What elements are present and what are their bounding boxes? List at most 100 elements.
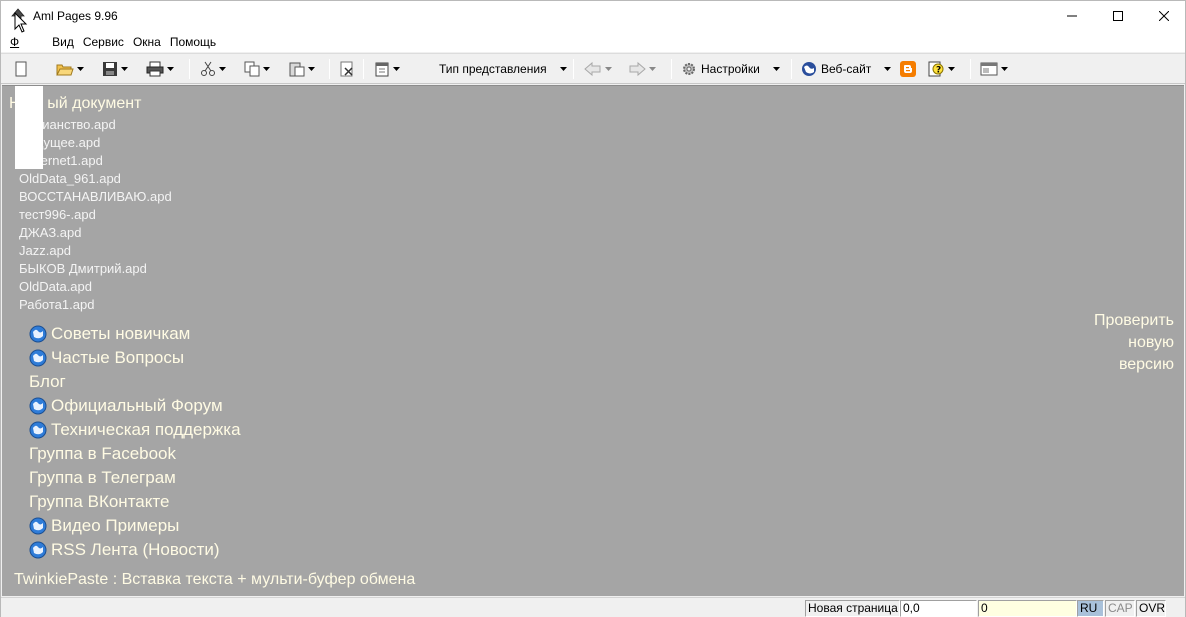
toolbar-separator	[573, 59, 574, 79]
status-overwrite: OVR	[1136, 600, 1166, 617]
recent-file[interactable]: OldData.apd	[19, 278, 172, 296]
website-globe-icon	[801, 61, 817, 77]
toolbar-separator	[970, 59, 971, 79]
link-video-examples[interactable]: Видео Примеры	[29, 514, 241, 538]
menu-bar: Ф Вид Сервис Окна Помощь	[1, 32, 1185, 52]
settings-button[interactable]: Настройки	[681, 58, 781, 80]
menu-service[interactable]: Сервис	[80, 32, 130, 52]
status-position: 0,0	[900, 600, 977, 617]
check-update-link[interactable]: Проверить новую версию	[1064, 310, 1174, 376]
blogger-button[interactable]	[900, 58, 916, 80]
cut-button[interactable]	[200, 58, 227, 80]
back-button[interactable]	[584, 58, 613, 80]
copy-button[interactable]	[244, 58, 271, 80]
globe-icon	[29, 397, 47, 415]
arrow-right-icon	[628, 61, 646, 77]
link-faq[interactable]: Частые Вопросы	[29, 346, 241, 370]
chevron-down-icon[interactable]	[772, 58, 781, 80]
chevron-down-icon[interactable]	[1000, 58, 1009, 80]
recent-file[interactable]: тест996-.apd	[19, 206, 172, 224]
maximize-button[interactable]	[1095, 1, 1141, 32]
paste-icon	[289, 61, 305, 77]
mouse-cursor-icon	[14, 11, 28, 34]
check-update-line: новую	[1128, 334, 1174, 351]
minimize-button[interactable]	[1049, 1, 1095, 32]
help-document-icon: ?	[927, 60, 945, 78]
toolbar-separator	[189, 59, 190, 79]
status-language[interactable]: RU	[1077, 600, 1104, 617]
chevron-down-icon[interactable]	[559, 58, 568, 80]
link-rss[interactable]: RSS Лента (Новости)	[29, 538, 241, 562]
gear-icon	[681, 61, 697, 77]
status-bar: Новая страница 0,0 0 RU CAP OVR	[1, 597, 1185, 617]
recent-file[interactable]: БЫКОВ Дмитрий.apd	[19, 260, 172, 278]
title-bar[interactable]: Aml Pages 9.96	[1, 1, 1185, 32]
new-document-button[interactable]	[13, 58, 29, 80]
globe-icon	[29, 541, 47, 559]
recent-file[interactable]: Работа1.apd	[19, 296, 172, 314]
paste-button[interactable]	[289, 58, 316, 80]
chevron-down-icon[interactable]	[883, 58, 892, 80]
link-blog[interactable]: Блог	[29, 370, 241, 394]
blogger-icon	[900, 61, 916, 77]
chevron-down-icon[interactable]	[604, 58, 613, 80]
link-forum[interactable]: Официальный Форум	[29, 394, 241, 418]
layout-button[interactable]	[980, 58, 1009, 80]
link-vkontakte[interactable]: Группа ВКонтакте	[29, 490, 241, 514]
chevron-down-icon[interactable]	[947, 58, 956, 80]
save-button[interactable]	[102, 58, 129, 80]
delete-document-icon	[339, 61, 355, 77]
window-layout-icon	[980, 61, 998, 77]
chevron-down-icon[interactable]	[392, 58, 401, 80]
chevron-down-icon[interactable]	[120, 58, 129, 80]
menu-view[interactable]: Вид	[49, 32, 80, 52]
chevron-down-icon[interactable]	[218, 58, 227, 80]
chevron-down-icon[interactable]	[166, 58, 175, 80]
recent-file[interactable]: Jazz.apd	[19, 242, 172, 260]
chevron-down-icon[interactable]	[648, 58, 657, 80]
open-folder-icon	[56, 61, 74, 77]
toolbar-separator	[329, 59, 330, 79]
check-update-line: версию	[1118, 356, 1174, 373]
forward-button[interactable]	[628, 58, 657, 80]
recent-file[interactable]: ДЖАЗ.apd	[19, 224, 172, 242]
status-page-name: Новая страница	[805, 600, 900, 617]
help-button[interactable]: ?	[927, 58, 956, 80]
print-button[interactable]	[146, 58, 175, 80]
arrow-left-icon	[584, 61, 602, 77]
recent-file[interactable]: OldData_961.apd	[19, 170, 172, 188]
printer-icon	[146, 61, 164, 77]
globe-icon	[29, 349, 47, 367]
start-page: Н ый документ стианство.apd удущее.apd n…	[2, 85, 1184, 596]
link-beginner-tips[interactable]: Советы новичкам	[29, 322, 241, 346]
toolbar-separator	[363, 59, 364, 79]
notes-button[interactable]	[374, 58, 401, 80]
toolbar: Тип представления Настройки Веб-сайт ?	[1, 53, 1185, 84]
view-type-button[interactable]: Тип представления	[435, 58, 568, 80]
copy-icon	[244, 61, 260, 77]
chevron-down-icon[interactable]	[262, 58, 271, 80]
menu-windows[interactable]: Окна	[130, 32, 167, 52]
menu-file[interactable]: Ф	[7, 32, 25, 52]
close-button[interactable]	[1141, 1, 1186, 32]
link-facebook[interactable]: Группа в Facebook	[29, 442, 241, 466]
link-telegram[interactable]: Группа в Телеграм	[29, 466, 241, 490]
status-count: 0	[978, 600, 1077, 617]
notepad-icon	[374, 61, 390, 77]
link-support[interactable]: Техническая поддержка	[29, 418, 241, 442]
svg-text:?: ?	[936, 66, 941, 76]
help-links: Советы новичкам Частые Вопросы Блог Офиц…	[29, 322, 241, 562]
globe-icon	[29, 421, 47, 439]
chevron-down-icon[interactable]	[307, 58, 316, 80]
recent-file[interactable]: ВОССТАНАВЛИВАЮ.apd	[19, 188, 172, 206]
globe-icon	[29, 517, 47, 535]
menu-help[interactable]: Помощь	[167, 32, 222, 52]
open-button[interactable]	[56, 58, 85, 80]
chevron-down-icon[interactable]	[76, 58, 85, 80]
save-icon	[102, 61, 118, 77]
twinkiepaste-link[interactable]: TwinkiePaste : Вставка текста + мульти-б…	[14, 571, 415, 589]
website-button[interactable]: Веб-сайт	[801, 58, 892, 80]
minimize-icon	[1067, 10, 1077, 24]
delete-page-button[interactable]	[339, 58, 355, 80]
check-update-line: Проверить	[1093, 312, 1174, 329]
